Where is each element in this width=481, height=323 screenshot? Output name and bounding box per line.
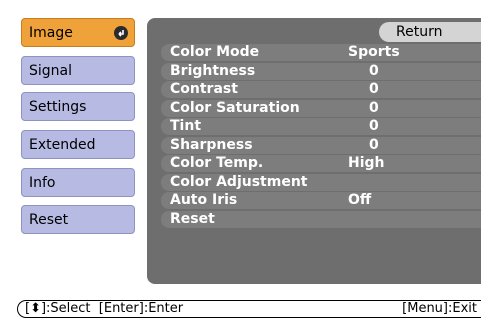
sidebar-item-reset[interactable]: Reset: [21, 205, 135, 234]
row-label: Color Adjustment: [170, 173, 308, 190]
row-value: Sports: [348, 44, 400, 60]
row-value: 0: [369, 62, 379, 79]
help-exit: [Menu]:Exit: [402, 301, 477, 316]
row-label: Color Saturation: [170, 99, 300, 116]
row-label: Tint: [170, 118, 202, 134]
row-label: Color Temp.: [170, 155, 264, 171]
row-label: Sharpness: [170, 136, 253, 153]
row-label: Color Mode: [170, 44, 260, 60]
row-value: Off: [348, 192, 372, 208]
row-value: High: [348, 155, 385, 171]
row-value: 0: [369, 136, 379, 153]
return-label: Return: [396, 24, 443, 40]
menu-list: Color Mode Sports Brightness 0 Contrast …: [161, 43, 481, 228]
row-highlight: [161, 118, 481, 135]
help-select-enter: [⬍]:Select [Enter]:Enter: [25, 301, 184, 316]
projector-menu: Image Signal Settings Extended Info Rese…: [0, 0, 481, 323]
menu-row-color-adjustment[interactable]: Color Adjustment: [161, 173, 481, 192]
row-label: Contrast: [170, 81, 238, 97]
menu-row-color-temp[interactable]: Color Temp. High: [161, 154, 481, 173]
menu-row-sharpness[interactable]: Sharpness 0: [161, 136, 481, 155]
sidebar-item-label: Extended: [29, 137, 96, 153]
menu-row-color-saturation[interactable]: Color Saturation 0: [161, 99, 481, 118]
menu-row-contrast[interactable]: Contrast 0: [161, 80, 481, 99]
menu-row-tint[interactable]: Tint 0: [161, 117, 481, 136]
sidebar-item-settings[interactable]: Settings: [21, 92, 135, 121]
row-label: Reset: [170, 210, 215, 227]
menu-row-auto-iris[interactable]: Auto Iris Off: [161, 191, 481, 210]
sidebar-item-extended[interactable]: Extended: [21, 130, 135, 159]
menu-row-color-mode[interactable]: Color Mode Sports: [161, 43, 481, 62]
menu-row-reset[interactable]: Reset: [161, 210, 481, 229]
row-value: 0: [369, 99, 379, 116]
row-label: Auto Iris: [170, 192, 238, 208]
sidebar-item-label: Reset: [29, 212, 69, 228]
sidebar-item-label: Info: [29, 175, 56, 191]
sidebar-item-label: Image: [29, 25, 73, 41]
row-value: 0: [369, 81, 379, 97]
sidebar-item-signal[interactable]: Signal: [21, 56, 135, 85]
row-label: Brightness: [170, 62, 256, 79]
sidebar-item-info[interactable]: Info: [21, 168, 135, 197]
enter-icon: [114, 26, 128, 40]
help-bar: [⬍]:Select [Enter]:Enter [Menu]:Exit: [17, 300, 481, 318]
row-value: 0: [369, 118, 379, 134]
sidebar-item-label: Signal: [29, 63, 73, 79]
menu-row-brightness[interactable]: Brightness 0: [161, 62, 481, 81]
sidebar-item-label: Settings: [29, 99, 87, 115]
sidebar-item-image[interactable]: Image: [21, 18, 135, 47]
